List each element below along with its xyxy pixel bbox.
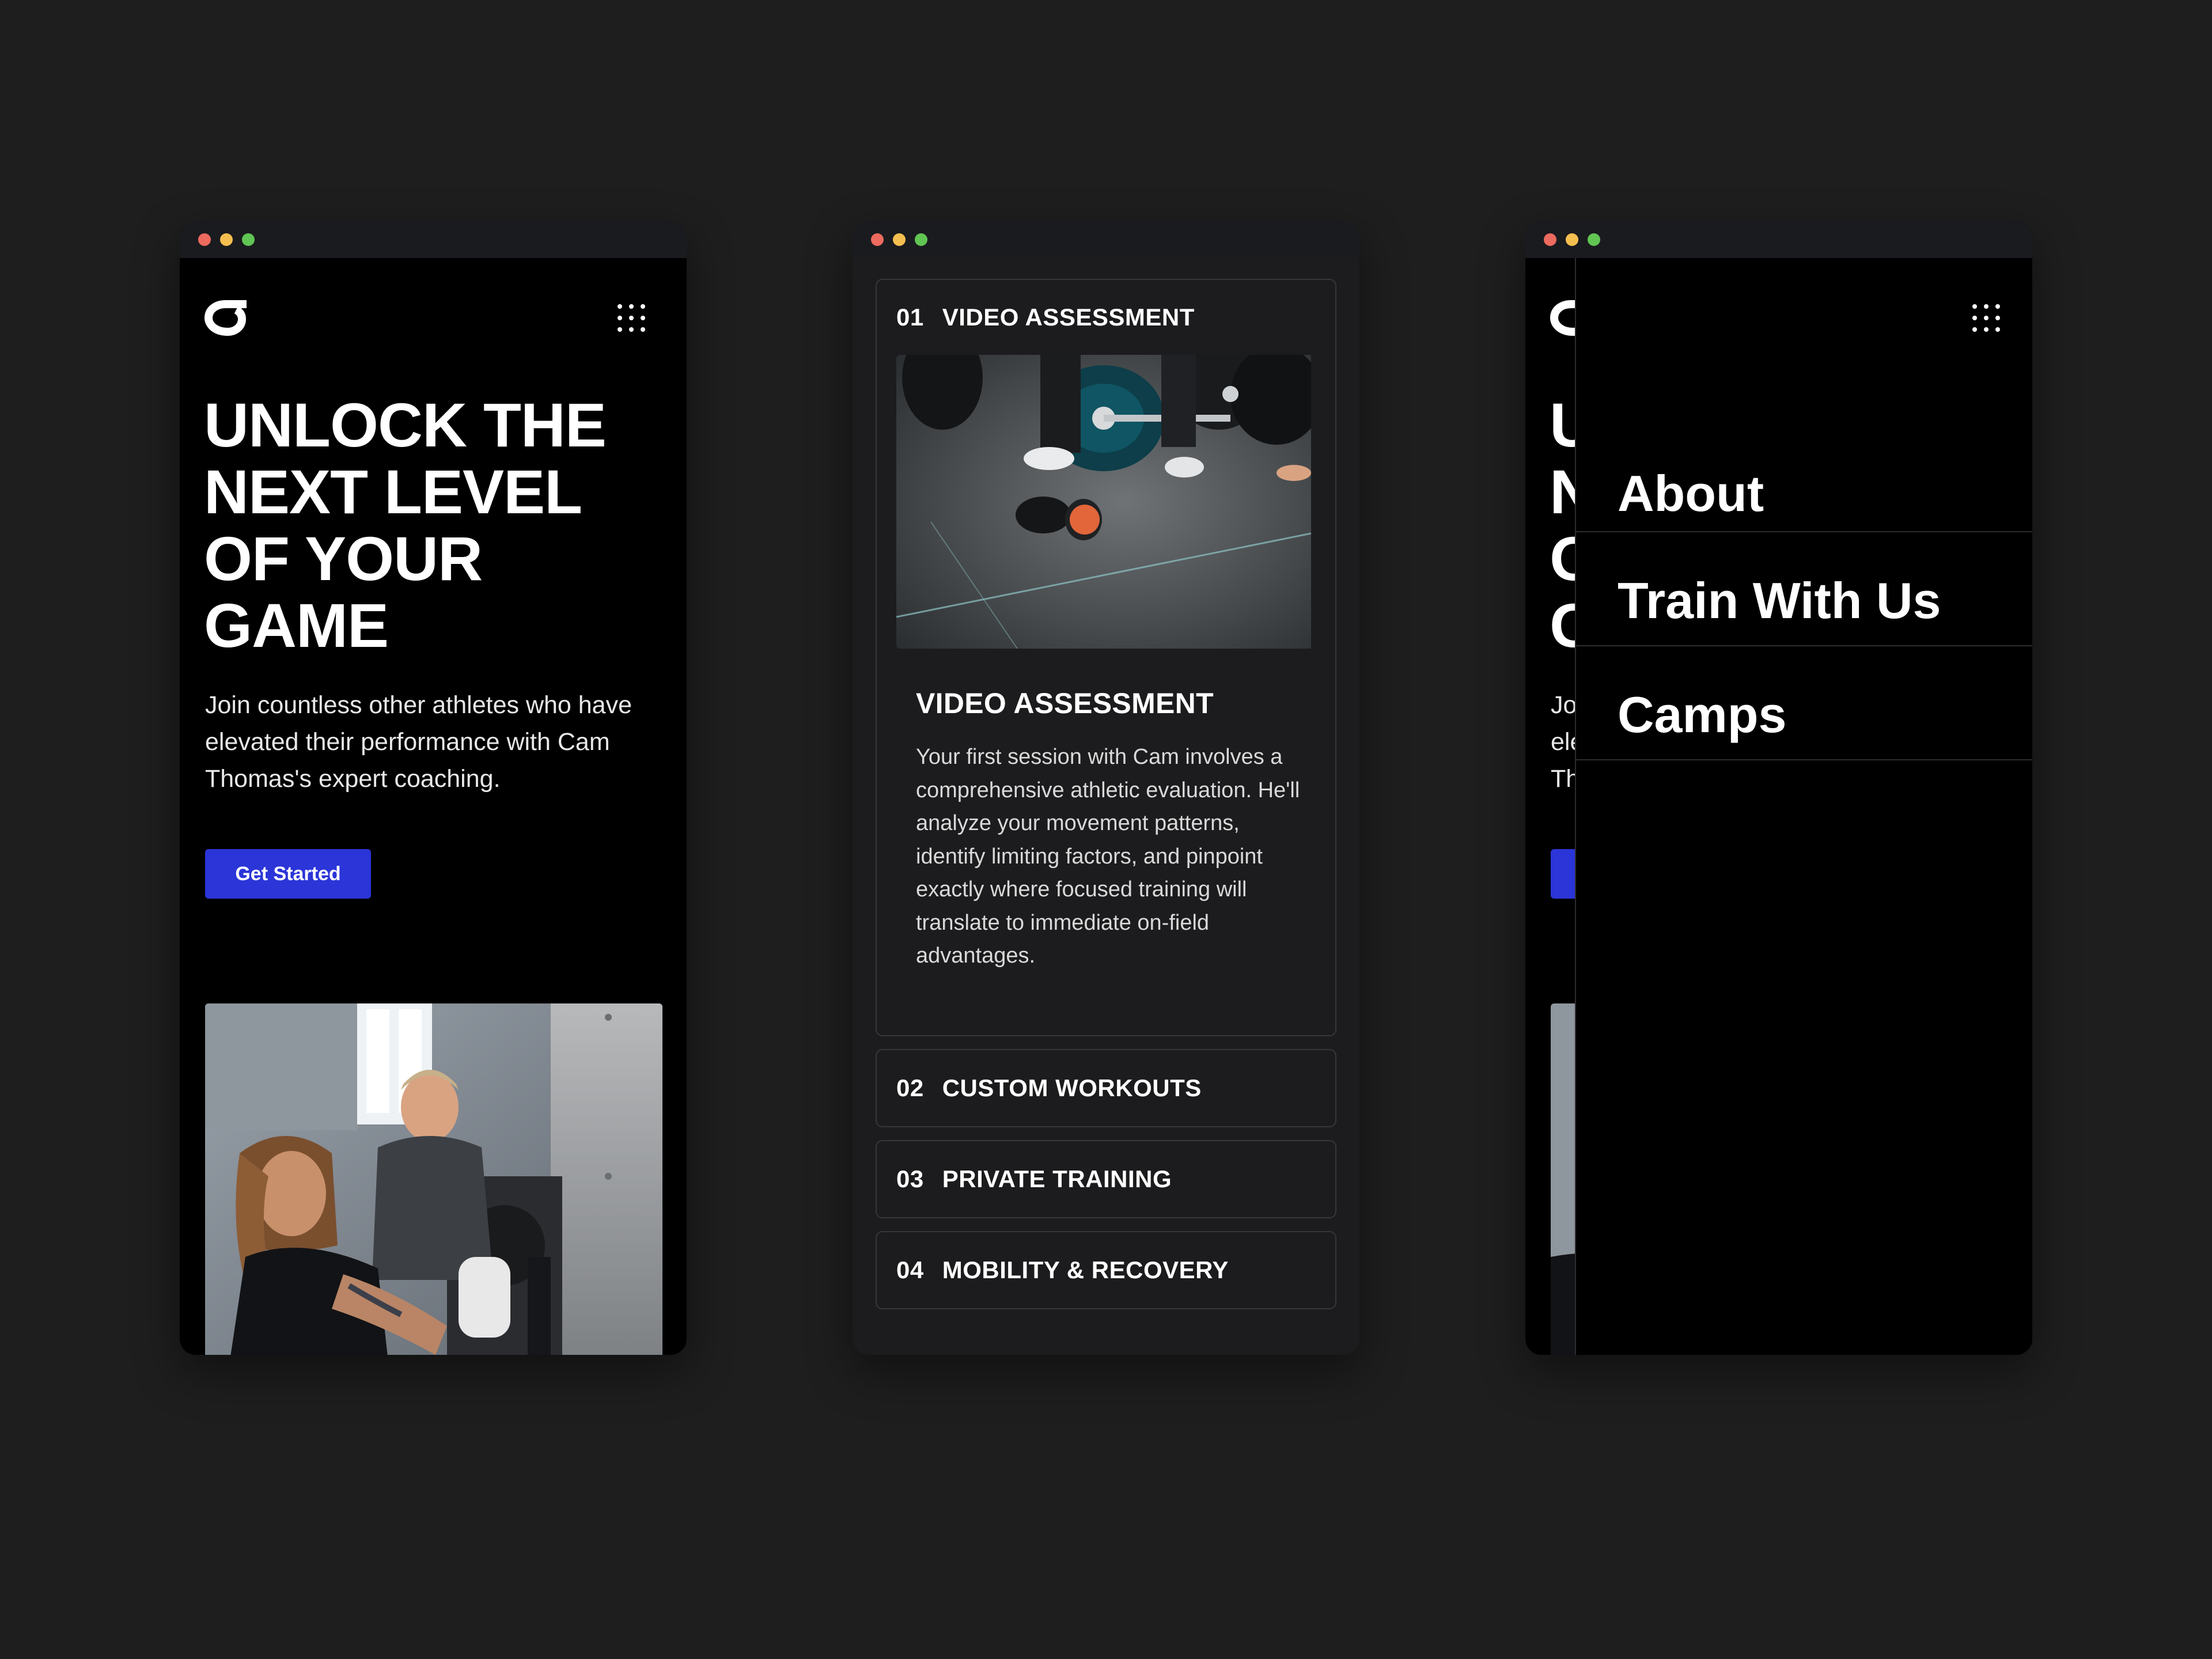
close-window-button[interactable] xyxy=(198,233,211,246)
accordion-number: 04 xyxy=(896,1256,924,1283)
accordion-title: VIDEO ASSESSMENT xyxy=(942,304,1195,331)
accordion-item-video-assessment: 01 VIDEO ASSESSMENT VIDEO ASSESSMENT You… xyxy=(876,279,1336,1036)
zoom-window-button[interactable] xyxy=(915,233,927,246)
grid-menu-icon[interactable] xyxy=(1972,304,2000,332)
accordion-number: 01 xyxy=(896,304,924,331)
accordion-body-title: VIDEO ASSESSMENT xyxy=(916,687,1214,719)
accordion-item-custom-workouts[interactable]: 02 CUSTOM WORKOUTS xyxy=(876,1048,1336,1127)
accordion-body-text: Your first session with Cam involves a c… xyxy=(916,745,1300,968)
accordion-title: MOBILITY & RECOVERY xyxy=(942,1256,1229,1283)
zoom-window-button[interactable] xyxy=(242,233,255,246)
accordion-number: 02 xyxy=(896,1074,924,1101)
minimize-window-button[interactable] xyxy=(1566,233,1578,246)
close-window-button[interactable] xyxy=(1544,233,1556,246)
nav-item-camps[interactable]: Camps xyxy=(1576,646,2032,760)
minimize-window-button[interactable] xyxy=(220,233,233,246)
hero-subtitle: Join countless other athletes who have e… xyxy=(205,691,632,793)
accordion-body: VIDEO ASSESSMENT Your first session with… xyxy=(877,649,1335,1035)
close-window-button[interactable] xyxy=(871,233,884,246)
minimize-window-button[interactable] xyxy=(893,233,906,246)
nav-item-train-with-us[interactable]: Train With Us xyxy=(1576,532,2032,646)
accordion-header[interactable]: 01 VIDEO ASSESSMENT xyxy=(877,280,1335,355)
accordion-header[interactable]: 03 PRIVATE TRAINING xyxy=(877,1141,1335,1217)
get-started-button[interactable]: Get Started xyxy=(205,849,371,899)
mobile-mock-menu-open: UNLOCK THE NEXT LEVEL OF YOUR GAME Join … xyxy=(1525,221,2032,1355)
grid-menu-icon[interactable] xyxy=(618,304,645,332)
accordion-header[interactable]: 02 CUSTOM WORKOUTS xyxy=(877,1050,1335,1126)
coach-training-athlete-photo xyxy=(205,1003,662,1355)
mobile-mock-hero: UNLOCK THE NEXT LEVEL OF YOUR GAME Join … xyxy=(180,221,687,1355)
hero-section: UNLOCK THE NEXT LEVEL OF YOUR GAME Join … xyxy=(180,258,687,1355)
mobile-mock-services: 01 VIDEO ASSESSMENT VIDEO ASSESSMENT You… xyxy=(853,221,1359,1355)
accordion-number: 03 xyxy=(896,1165,924,1192)
accordion-title: PRIVATE TRAINING xyxy=(942,1165,1172,1192)
navigation-menu: About Train With Us Camps xyxy=(1576,430,2032,760)
accordion-item-mobility-recovery[interactable]: 04 MOBILITY & RECOVERY xyxy=(876,1230,1336,1309)
navigation-drawer: About Train With Us Camps xyxy=(1575,258,2032,1355)
accordion-title: CUSTOM WORKOUTS xyxy=(942,1074,1202,1101)
window-chrome xyxy=(853,221,1359,258)
accordion-item-private-training[interactable]: 03 PRIVATE TRAINING xyxy=(876,1139,1336,1218)
zoom-window-button[interactable] xyxy=(1588,233,1600,246)
services-accordion: 01 VIDEO ASSESSMENT VIDEO ASSESSMENT You… xyxy=(853,258,1359,1309)
window-chrome xyxy=(1525,221,2032,258)
brand-logo-icon[interactable] xyxy=(203,296,252,339)
barbell-gym-floor-photo xyxy=(896,355,1316,649)
window-chrome xyxy=(180,221,687,258)
nav-item-about[interactable]: About xyxy=(1576,430,2032,532)
hero-title: UNLOCK THE NEXT LEVEL OF YOUR GAME xyxy=(204,390,607,660)
accordion-header[interactable]: 04 MOBILITY & RECOVERY xyxy=(877,1232,1335,1308)
